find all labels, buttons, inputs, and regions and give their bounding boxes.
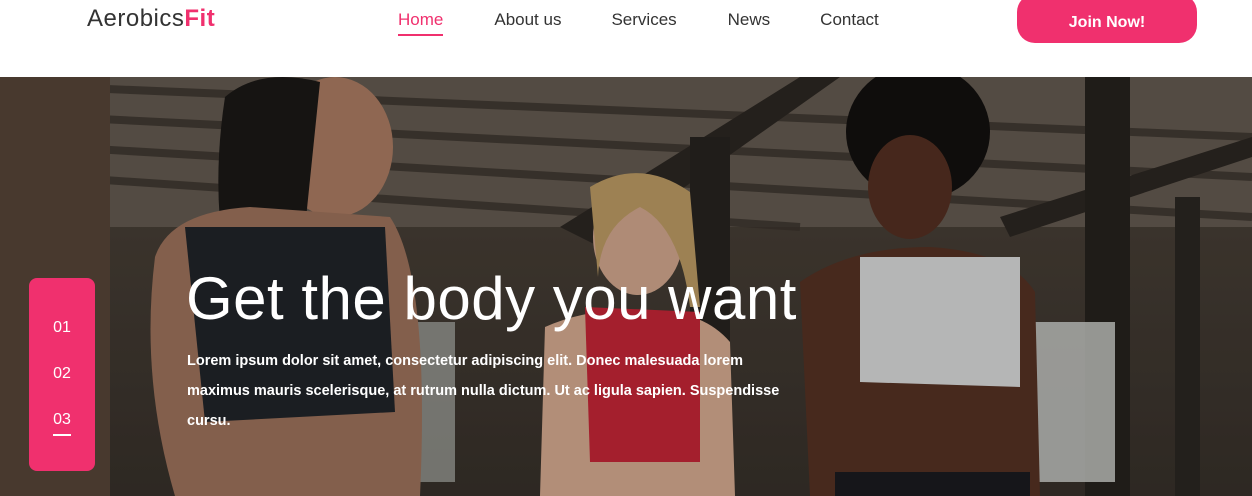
main-nav: Home About us Services News Contact xyxy=(398,10,879,36)
logo[interactable]: AerobicsFit xyxy=(87,5,215,33)
slide-dot-02[interactable]: 02 xyxy=(53,364,71,410)
hero-description: Lorem ipsum dolor sit amet, consectetur … xyxy=(187,353,780,429)
nav-home[interactable]: Home xyxy=(398,10,444,36)
slide-dot-03[interactable]: 03 xyxy=(53,410,71,456)
slide-indicator: 01 02 03 xyxy=(29,278,95,471)
logo-accent-text: Fit xyxy=(184,5,216,32)
nav-news[interactable]: News xyxy=(728,10,771,36)
join-now-button[interactable]: Join Now! xyxy=(1017,0,1197,43)
nav-services[interactable]: Services xyxy=(611,10,676,36)
slide-dot-01[interactable]: 01 xyxy=(53,318,71,364)
nav-contact[interactable]: Contact xyxy=(820,10,879,36)
hero-section: 01 02 03 Get the body you want Lorem ips… xyxy=(0,77,1252,496)
logo-text: Aerobics xyxy=(87,5,185,32)
nav-about-us[interactable]: About us xyxy=(494,10,561,36)
hero-title: Get the body you want xyxy=(186,265,797,332)
site-header: AerobicsFit Home About us Services News … xyxy=(0,0,1252,77)
